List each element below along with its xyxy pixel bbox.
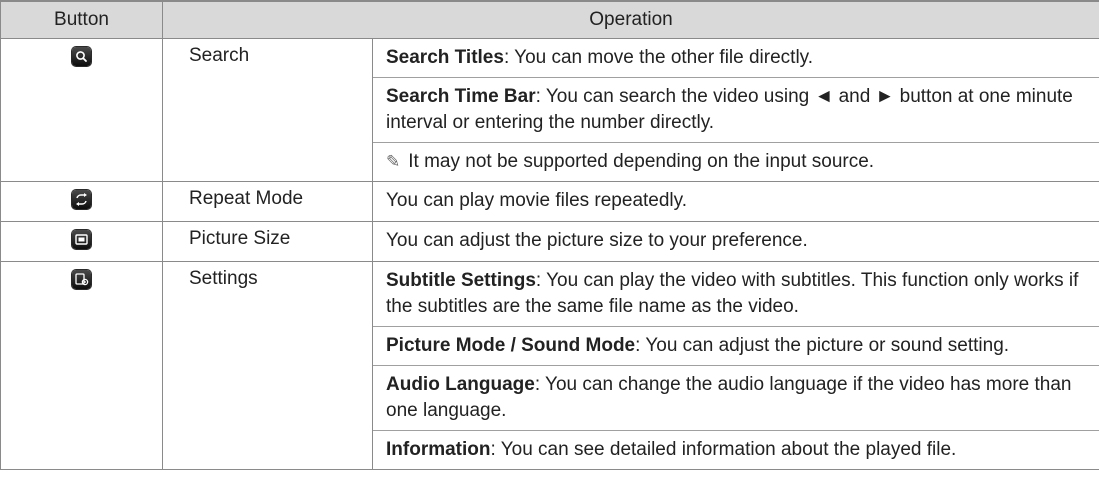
option-description: You can play movie files repeatedly. [386,190,688,211]
header-button: Button [0,0,163,39]
button-name: Repeat Mode [162,181,373,222]
search-icon [72,47,91,66]
picture-size-icon [72,230,91,249]
table-row: Search Search Titles: You can move the o… [0,38,1099,182]
option-title: Subtitle Settings [386,270,536,291]
operation-note: ✎ It may not be supported depending on th… [373,143,1099,181]
option-description: : You can move the other file directly. [503,47,814,68]
table-row: Picture Size You can adjust the picture … [0,221,1099,262]
table-row: Settings Subtitle Settings: You can play… [0,261,1099,470]
operation-cell: Subtitle Settings: You can play the vide… [371,261,1099,470]
button-name: Picture Size [162,221,373,262]
operation-cell: Search Titles: You can move the other fi… [371,38,1099,182]
button-name: Search [162,38,373,182]
operation-paragraph: Picture Mode / Sound Mode: You can adjus… [373,327,1099,366]
header-operation: Operation [161,0,1099,39]
option-description: You can adjust the picture size to your … [386,230,808,251]
table-header-row: Button Operation [0,0,1099,39]
operation-paragraph: You can play movie files repeatedly. [373,182,1099,220]
repeat-icon [72,190,91,209]
note-pencil-icon: ✎ [386,152,401,172]
table-row: Repeat Mode You can play movie files rep… [0,181,1099,222]
operation-paragraph: Audio Language: You can change the audio… [373,366,1099,431]
button-cell [0,221,163,262]
button-cell [0,181,163,222]
button-cell [0,261,163,470]
settings-icon [72,270,91,289]
option-description: : You can see detailed information about… [490,439,957,460]
operation-paragraph: You can adjust the picture size to your … [373,222,1099,260]
button-name: Settings [162,261,373,470]
operation-paragraph: Information: You can see detailed inform… [373,431,1099,469]
option-title: Picture Mode / Sound Mode [386,335,636,356]
option-title: Search Time Bar [386,86,536,107]
operation-paragraph: Subtitle Settings: You can play the vide… [373,262,1099,327]
note-text: It may not be supported depending on the… [408,151,875,172]
button-cell [0,38,163,182]
operation-paragraph: Search Titles: You can move the other fi… [373,39,1099,78]
operation-cell: You can adjust the picture size to your … [371,221,1099,262]
option-title: Information [386,439,491,460]
operations-table: Button Operation Search Search Titles: Y… [0,0,1099,470]
operation-cell: You can play movie files repeatedly. [371,181,1099,222]
operation-paragraph: Search Time Bar: You can search the vide… [373,78,1099,143]
option-title: Audio Language [386,374,535,395]
option-title: Search Titles [386,47,504,68]
option-description: : You can adjust the picture or sound se… [635,335,1010,356]
